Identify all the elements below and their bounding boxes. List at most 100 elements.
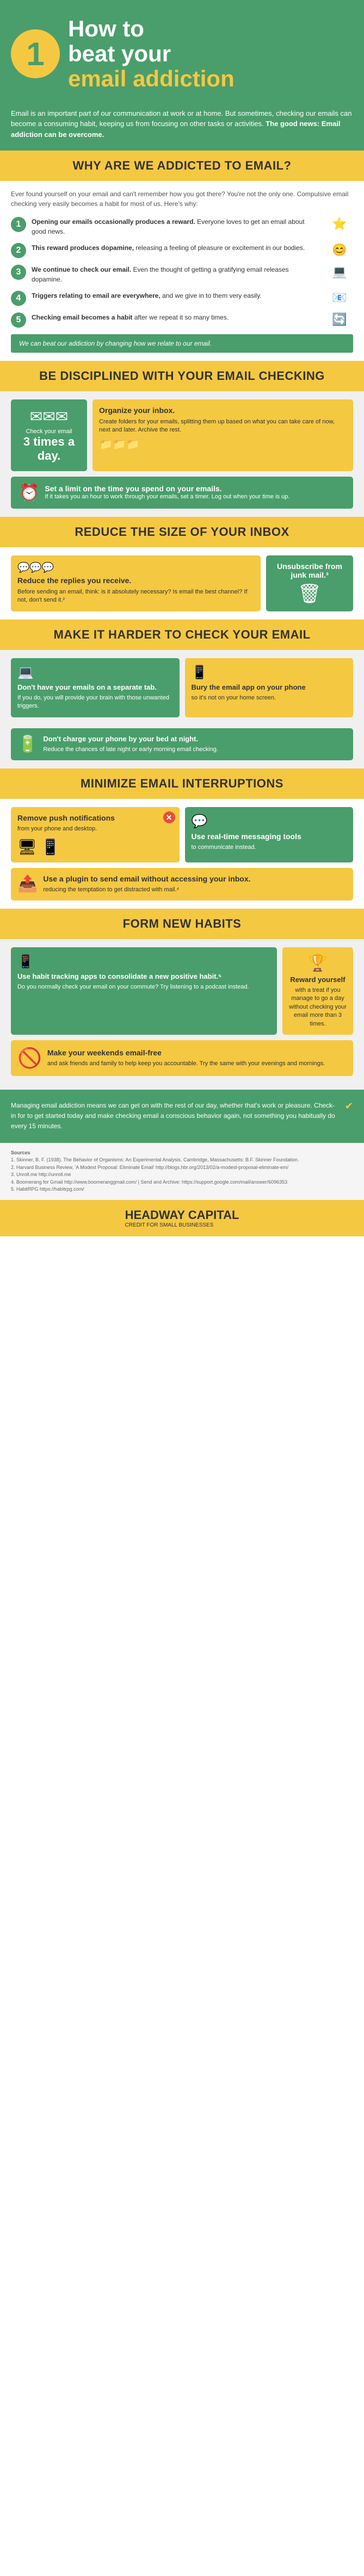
weekends-title: Make your weekends email-free xyxy=(47,1048,325,1057)
plugin-box: 📤 Use a plugin to send email without acc… xyxy=(11,868,353,901)
chat-icon: 💬 xyxy=(192,814,347,829)
intro-section: Email is an important part of our commun… xyxy=(0,103,364,151)
addiction-item-3: 3 We continue to check our email. Even t… xyxy=(11,265,353,284)
check-label: Check your email xyxy=(19,428,79,435)
separate-tab-box: 💻 Don't have your emails on a separate t… xyxy=(11,658,180,717)
reward-text: with a treat if you manage to go a day w… xyxy=(289,986,347,1028)
brand-name: HEADWAY CAPITAL xyxy=(125,1208,239,1222)
addiction-text-5: Checking email becomes a habit after we … xyxy=(32,312,320,322)
set-limit-title: Set a limit on the time you spend on you… xyxy=(45,484,289,493)
addiction-item-4: 4 Triggers relating to email are everywh… xyxy=(11,291,353,306)
habit-app-icon: 📱 xyxy=(17,954,270,970)
unsubscribe-title: Unsubscribe from junk mail.³ xyxy=(273,562,347,579)
brand-footer: HEADWAY CAPITAL CREDIT FOR SMALL BUSINES… xyxy=(0,1200,364,1236)
sources-label: Sources xyxy=(11,1150,30,1155)
disciplined-section: ✉✉✉ Check your email 3 times a day. Orga… xyxy=(0,391,364,517)
plugin-title: Use a plugin to send email without acces… xyxy=(43,874,250,883)
notification-icon: 🖥 📱 xyxy=(17,838,173,856)
realtime-msg-box: 💬 Use real-time messaging tools to commu… xyxy=(185,807,354,862)
bury-app-title: Bury the email app on your phone xyxy=(192,683,347,691)
push-notif-box: ✕ Remove push notifications from your ph… xyxy=(11,807,180,862)
page-header: 1 How to beat your email addiction xyxy=(0,0,364,103)
realtime-text: to communicate instead. xyxy=(192,843,347,852)
no-charge-title: Don't charge your phone by your bed at n… xyxy=(43,735,218,743)
habit-track-box: 📱 Use habit tracking apps to consolidate… xyxy=(11,947,277,1035)
set-limit-desc: If it takes you an hour to work through … xyxy=(45,493,289,501)
weekends-text: and ask friends and family to help keep … xyxy=(47,1060,325,1068)
source-4: 4. Boomerang for Gmail http://www.boomer… xyxy=(11,1179,287,1185)
addiction-text-1: Opening our emails occasionally produces… xyxy=(32,217,320,236)
no-email-icon: 🚫 xyxy=(17,1047,42,1070)
push-notif-text: from your phone and desktop. xyxy=(17,825,173,833)
minimize-section: ✕ Remove push notifications from your ph… xyxy=(0,799,364,909)
source-1: 1. Skinner, B. F. (1938). The Behavior o… xyxy=(11,1157,299,1162)
harder-section: 💻 Don't have your emails on a separate t… xyxy=(0,650,364,768)
why-intro-text: Ever found yourself on your email and ca… xyxy=(11,189,353,209)
organize-title: Organize your inbox. xyxy=(99,406,347,415)
organize-box: Organize your inbox. Create folders for … xyxy=(92,399,353,471)
reduce-replies-box: 💬💬💬 Reduce the replies you receive. Befo… xyxy=(11,555,261,611)
folder-icons: 📁📁📁 xyxy=(99,437,347,451)
reduce-grid: 💬💬💬 Reduce the replies you receive. Befo… xyxy=(11,555,353,611)
remove-icon: ✕ xyxy=(163,811,175,823)
bury-app-box: 📱 Bury the email app on your phone so it… xyxy=(185,658,354,717)
reward-title: Reward yourself xyxy=(289,976,347,984)
footer-text: Managing email addiction means we can ge… xyxy=(11,1101,353,1132)
bury-app-text: so it's not on your home screen. xyxy=(192,694,347,702)
reward-box: 🏆 Reward yourself with a treat if you ma… xyxy=(282,947,353,1035)
page-title: How to beat your email addiction xyxy=(68,16,235,92)
source-2: 2. Harvard Business Review, 'A Modest Pr… xyxy=(11,1165,288,1170)
addiction-text-2: This reward produces dopamine, releasing… xyxy=(32,243,320,253)
push-notif-title: Remove push notifications xyxy=(17,814,173,822)
addiction-icon-3: 💻 xyxy=(326,265,353,279)
sources-section: Sources 1. Skinner, B. F. (1938). The Be… xyxy=(0,1143,364,1200)
set-limit-text: Set a limit on the time you spend on you… xyxy=(45,484,289,501)
addiction-item-2: 2 This reward produces dopamine, releasi… xyxy=(11,243,353,258)
disciplined-grid: ✉✉✉ Check your email 3 times a day. Orga… xyxy=(11,399,353,471)
clock-icon: ⏰ xyxy=(19,483,39,502)
no-charge-inner: 🔋 Don't charge your phone by your bed at… xyxy=(17,735,347,754)
addiction-icon-4: 📧 xyxy=(326,291,353,305)
plugin-content: Use a plugin to send email without acces… xyxy=(43,874,250,894)
check-times-value: 3 times a day. xyxy=(19,435,79,463)
disciplined-section-header: BE DISCIPLINED WITH YOUR EMAIL CHECKING xyxy=(0,361,364,391)
reply-icons: 💬💬💬 xyxy=(17,562,254,573)
separate-tab-text: If you do, you will provide your brain w… xyxy=(17,694,173,711)
set-limit-box: ⏰ Set a limit on the time you spend on y… xyxy=(11,477,353,509)
addiction-num-4: 4 xyxy=(11,291,26,306)
organize-text: Create folders for your emails, splittin… xyxy=(99,418,347,435)
no-charge-text: Reduce the chances of late night or earl… xyxy=(43,746,218,754)
weekends-box: 🚫 Make your weekends email-free and ask … xyxy=(11,1040,353,1076)
minimize-section-header: MINIMIZE EMAIL INTERRUPTIONS xyxy=(0,768,364,799)
phone-icon: 📱 xyxy=(192,665,347,680)
addiction-item-5: 5 Checking email becomes a habit after w… xyxy=(11,312,353,328)
habits-section-header: FORM NEW HABITS xyxy=(0,909,364,939)
addiction-banner: We can beat our addiction by changing ho… xyxy=(11,334,353,353)
realtime-title: Use real-time messaging tools xyxy=(192,832,347,841)
email-icon: ✉✉✉ xyxy=(19,408,79,426)
addiction-num-3: 3 xyxy=(11,265,26,280)
trophy-icon: 🏆 xyxy=(289,954,347,973)
check-times-box: ✉✉✉ Check your email 3 times a day. xyxy=(11,399,87,471)
habits-grid: 📱 Use habit tracking apps to consolidate… xyxy=(11,947,353,1035)
footer-section: ✔ Managing email addiction means we can … xyxy=(0,1090,364,1143)
reduce-replies-title: Reduce the replies you receive. xyxy=(17,576,254,585)
unsubscribe-box: Unsubscribe from junk mail.³ 🗑 xyxy=(266,555,353,611)
habit-track-title: Use habit tracking apps to consolidate a… xyxy=(17,972,270,980)
weekends-content: Make your weekends email-free and ask fr… xyxy=(47,1048,325,1068)
addiction-icon-1: ⭐ xyxy=(326,217,353,231)
separate-tab-title: Don't have your emails on a separate tab… xyxy=(17,683,173,691)
harder-section-header: MAKE IT HARDER TO CHECK YOUR EMAIL xyxy=(0,620,364,650)
habit-track-text: Do you normally check your email on your… xyxy=(17,983,270,991)
addiction-text-3: We continue to check our email. Even the… xyxy=(32,265,320,284)
minimize-grid: ✕ Remove push notifications from your ph… xyxy=(11,807,353,862)
addiction-icon-5: 🔄 xyxy=(326,312,353,327)
why-section-header: WHY ARE WE ADDICTED TO EMAIL? xyxy=(0,151,364,181)
reduce-replies-text: Before sending an email, think: is it ab… xyxy=(17,588,254,605)
step-number: 1 xyxy=(11,29,60,78)
source-5: 5. HabitRPG https://habitrpg.com/ xyxy=(11,1186,84,1192)
addiction-item-1: 1 Opening our emails occasionally produc… xyxy=(11,217,353,236)
checkmark-icon: ✔ xyxy=(345,1101,353,1112)
battery-icon: 🔋 xyxy=(17,735,38,754)
plugin-text: reducing the temptation to get distracte… xyxy=(43,886,250,894)
